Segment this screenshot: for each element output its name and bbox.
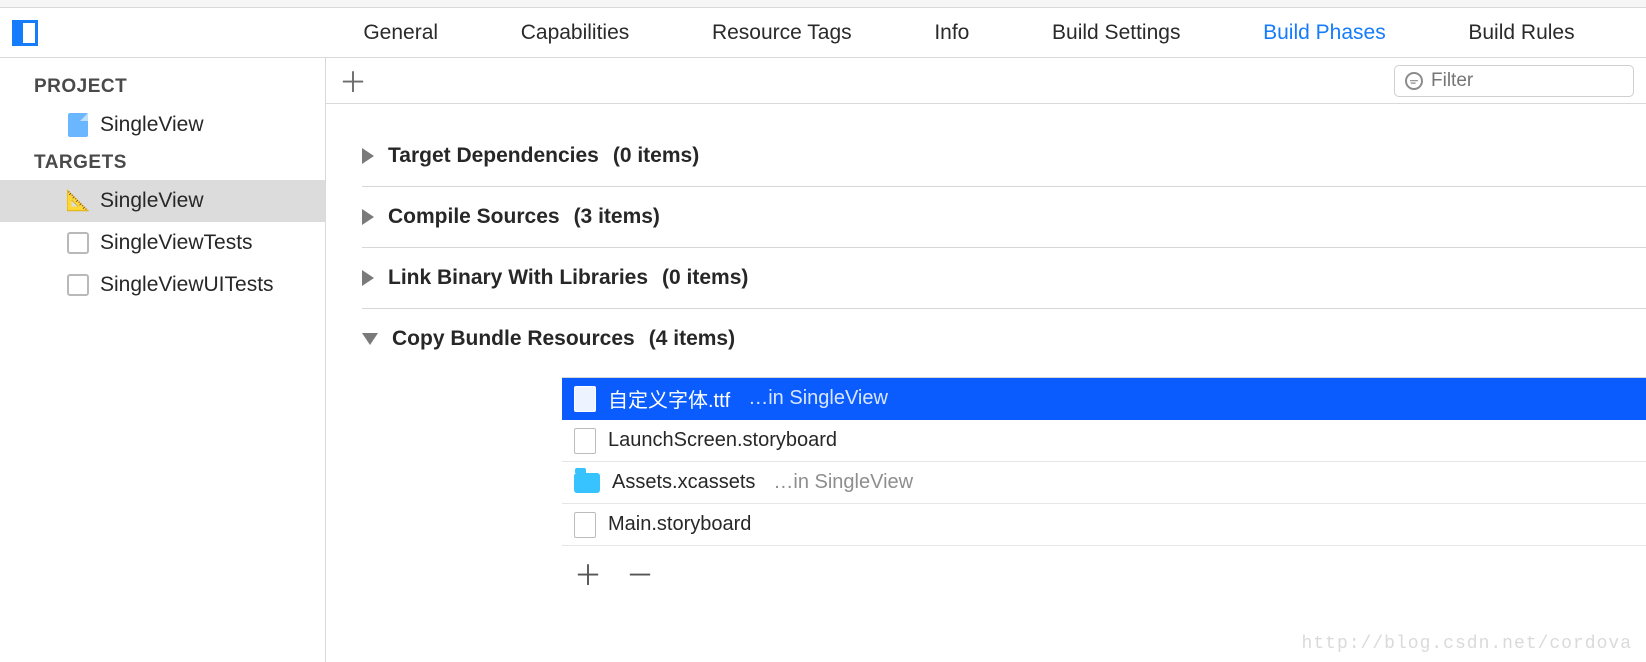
disclosure-triangle-icon[interactable]	[362, 333, 378, 345]
sidebar-target-label: SingleViewUITests	[100, 273, 274, 297]
phase-title: Link Binary With Libraries	[388, 266, 648, 290]
sidebar-heading-project: PROJECT	[0, 70, 325, 104]
storyboard-file-icon	[574, 512, 596, 538]
remove-resource-button[interactable]: －	[626, 554, 654, 594]
filter-icon	[1405, 72, 1423, 90]
filter-field[interactable]	[1394, 65, 1634, 97]
phases-toolbar: ＋	[326, 58, 1646, 104]
tab-build-phases[interactable]: Build Phases	[1263, 21, 1386, 45]
phase-compile-sources: Compile Sources (3 items)	[362, 187, 1646, 248]
tab-general[interactable]: General	[363, 21, 438, 45]
tests-target-icon	[66, 273, 90, 297]
sidebar-heading-targets: TARGETS	[0, 146, 325, 180]
disclosure-triangle-icon[interactable]	[362, 148, 374, 164]
add-resource-button[interactable]: ＋	[574, 554, 602, 594]
resource-name: Assets.xcassets	[612, 471, 755, 494]
resource-row[interactable]: Main.storyboard	[562, 504, 1646, 546]
project-navigator: PROJECT SingleView TARGETS 📐 SingleView …	[0, 58, 326, 662]
tests-target-icon	[66, 231, 90, 255]
ttf-file-icon	[574, 386, 596, 412]
phase-header[interactable]: Compile Sources (3 items)	[362, 205, 1646, 229]
project-document-icon[interactable]	[12, 20, 38, 46]
resource-row[interactable]: Assets.xcassets …in SingleView	[562, 462, 1646, 504]
disclosure-triangle-icon[interactable]	[362, 270, 374, 286]
sidebar-project-name: SingleView	[100, 113, 204, 137]
sidebar-target-row[interactable]: SingleViewUITests	[0, 264, 325, 306]
tab-info[interactable]: Info	[934, 21, 969, 45]
sidebar-target-label: SingleViewTests	[100, 231, 253, 255]
phase-count: (4 items)	[649, 327, 735, 351]
resource-path: …in SingleView	[773, 471, 913, 494]
phase-link-binary: Link Binary With Libraries (0 items)	[362, 248, 1646, 309]
phase-count: (3 items)	[574, 205, 660, 229]
filter-input[interactable]	[1431, 70, 1611, 92]
phase-header[interactable]: Copy Bundle Resources (4 items)	[362, 327, 1646, 351]
tab-capabilities[interactable]: Capabilities	[521, 21, 630, 45]
phase-target-dependencies: Target Dependencies (0 items)	[362, 126, 1646, 187]
sidebar-target-label: SingleView	[100, 189, 204, 213]
resource-name: Main.storyboard	[608, 513, 751, 536]
sidebar-target-row[interactable]: SingleViewTests	[0, 222, 325, 264]
phase-count: (0 items)	[613, 144, 699, 168]
editor-tabstrip: General Capabilities Resource Tags Info …	[0, 8, 1646, 58]
resource-name: LaunchScreen.storyboard	[608, 429, 837, 452]
app-target-icon: 📐	[66, 189, 90, 213]
phase-copy-bundle-resources: Copy Bundle Resources (4 items) 自定义字体.tt…	[362, 309, 1646, 612]
phase-header[interactable]: Target Dependencies (0 items)	[362, 144, 1646, 168]
resource-row[interactable]: LaunchScreen.storyboard	[562, 420, 1646, 462]
watermark-text: http://blog.csdn.net/cordova	[1302, 634, 1632, 654]
project-file-icon	[66, 113, 90, 137]
xcassets-folder-icon	[574, 473, 600, 493]
resource-list: 自定义字体.ttf …in SingleView LaunchScreen.st…	[562, 377, 1646, 594]
disclosure-triangle-icon[interactable]	[362, 209, 374, 225]
sidebar-project-row[interactable]: SingleView	[0, 104, 325, 146]
sidebar-target-row[interactable]: 📐 SingleView	[0, 180, 325, 222]
phase-title: Target Dependencies	[388, 144, 599, 168]
resource-path: …in SingleView	[748, 387, 888, 410]
tab-build-rules[interactable]: Build Rules	[1468, 21, 1574, 45]
resource-name: 自定义字体.ttf	[608, 384, 730, 413]
add-phase-button[interactable]: ＋	[338, 61, 368, 101]
phase-title: Copy Bundle Resources	[392, 327, 635, 351]
storyboard-file-icon	[574, 428, 596, 454]
phase-title: Compile Sources	[388, 205, 560, 229]
tab-resource-tags[interactable]: Resource Tags	[712, 21, 852, 45]
resource-row[interactable]: 自定义字体.ttf …in SingleView	[562, 378, 1646, 420]
phase-count: (0 items)	[662, 266, 748, 290]
phase-header[interactable]: Link Binary With Libraries (0 items)	[362, 266, 1646, 290]
tab-build-settings[interactable]: Build Settings	[1052, 21, 1180, 45]
